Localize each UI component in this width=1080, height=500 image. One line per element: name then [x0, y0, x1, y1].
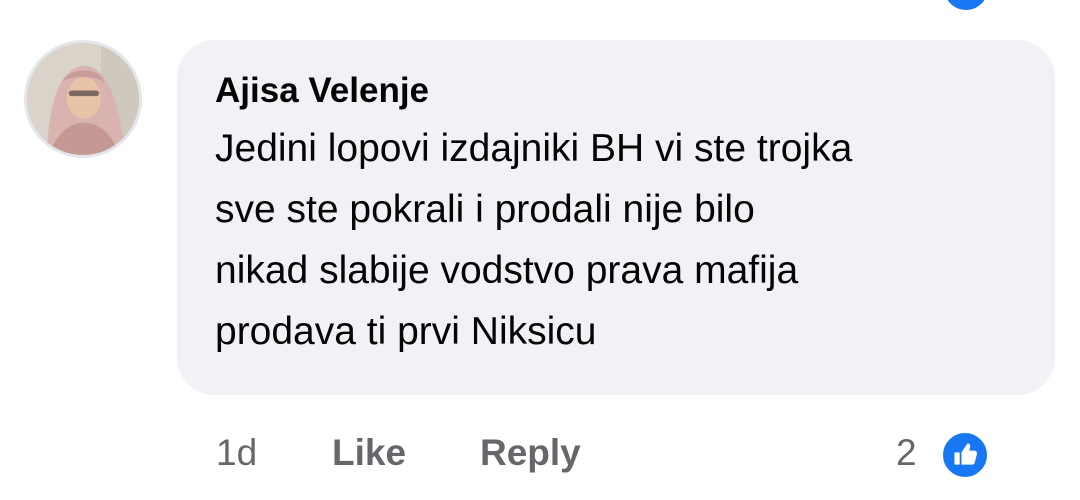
comment-timestamp[interactable]: 1d [216, 428, 257, 478]
avatar-photo [27, 43, 139, 155]
comment-text-line: Jedini lopovi izdajniki BH vi ste trojka [215, 127, 853, 170]
comment-actions: 1d Like Reply 2 [0, 428, 1080, 480]
like-button[interactable]: Like [332, 428, 406, 478]
comment-bubble: Ajisa Velenje Jedini lopovi izdajniki BH… [177, 40, 1055, 395]
previous-comment-actions-fragment [0, 0, 1080, 14]
reply-button[interactable]: Reply [480, 428, 581, 478]
previous-like-badge [944, 0, 988, 10]
reaction-count[interactable]: 2 [896, 428, 917, 478]
comment-author[interactable]: Ajisa Velenje [215, 70, 1017, 112]
thumbs-up-icon[interactable] [940, 430, 990, 480]
avatar[interactable] [24, 40, 142, 158]
comment-text-line: nikad slabije vodstvo prava mafija [215, 249, 799, 292]
comment-text-line: sve ste pokrali i prodali nije bilo [215, 188, 755, 231]
comment-text-line: prodava ti prvi Niksicu [215, 310, 597, 353]
